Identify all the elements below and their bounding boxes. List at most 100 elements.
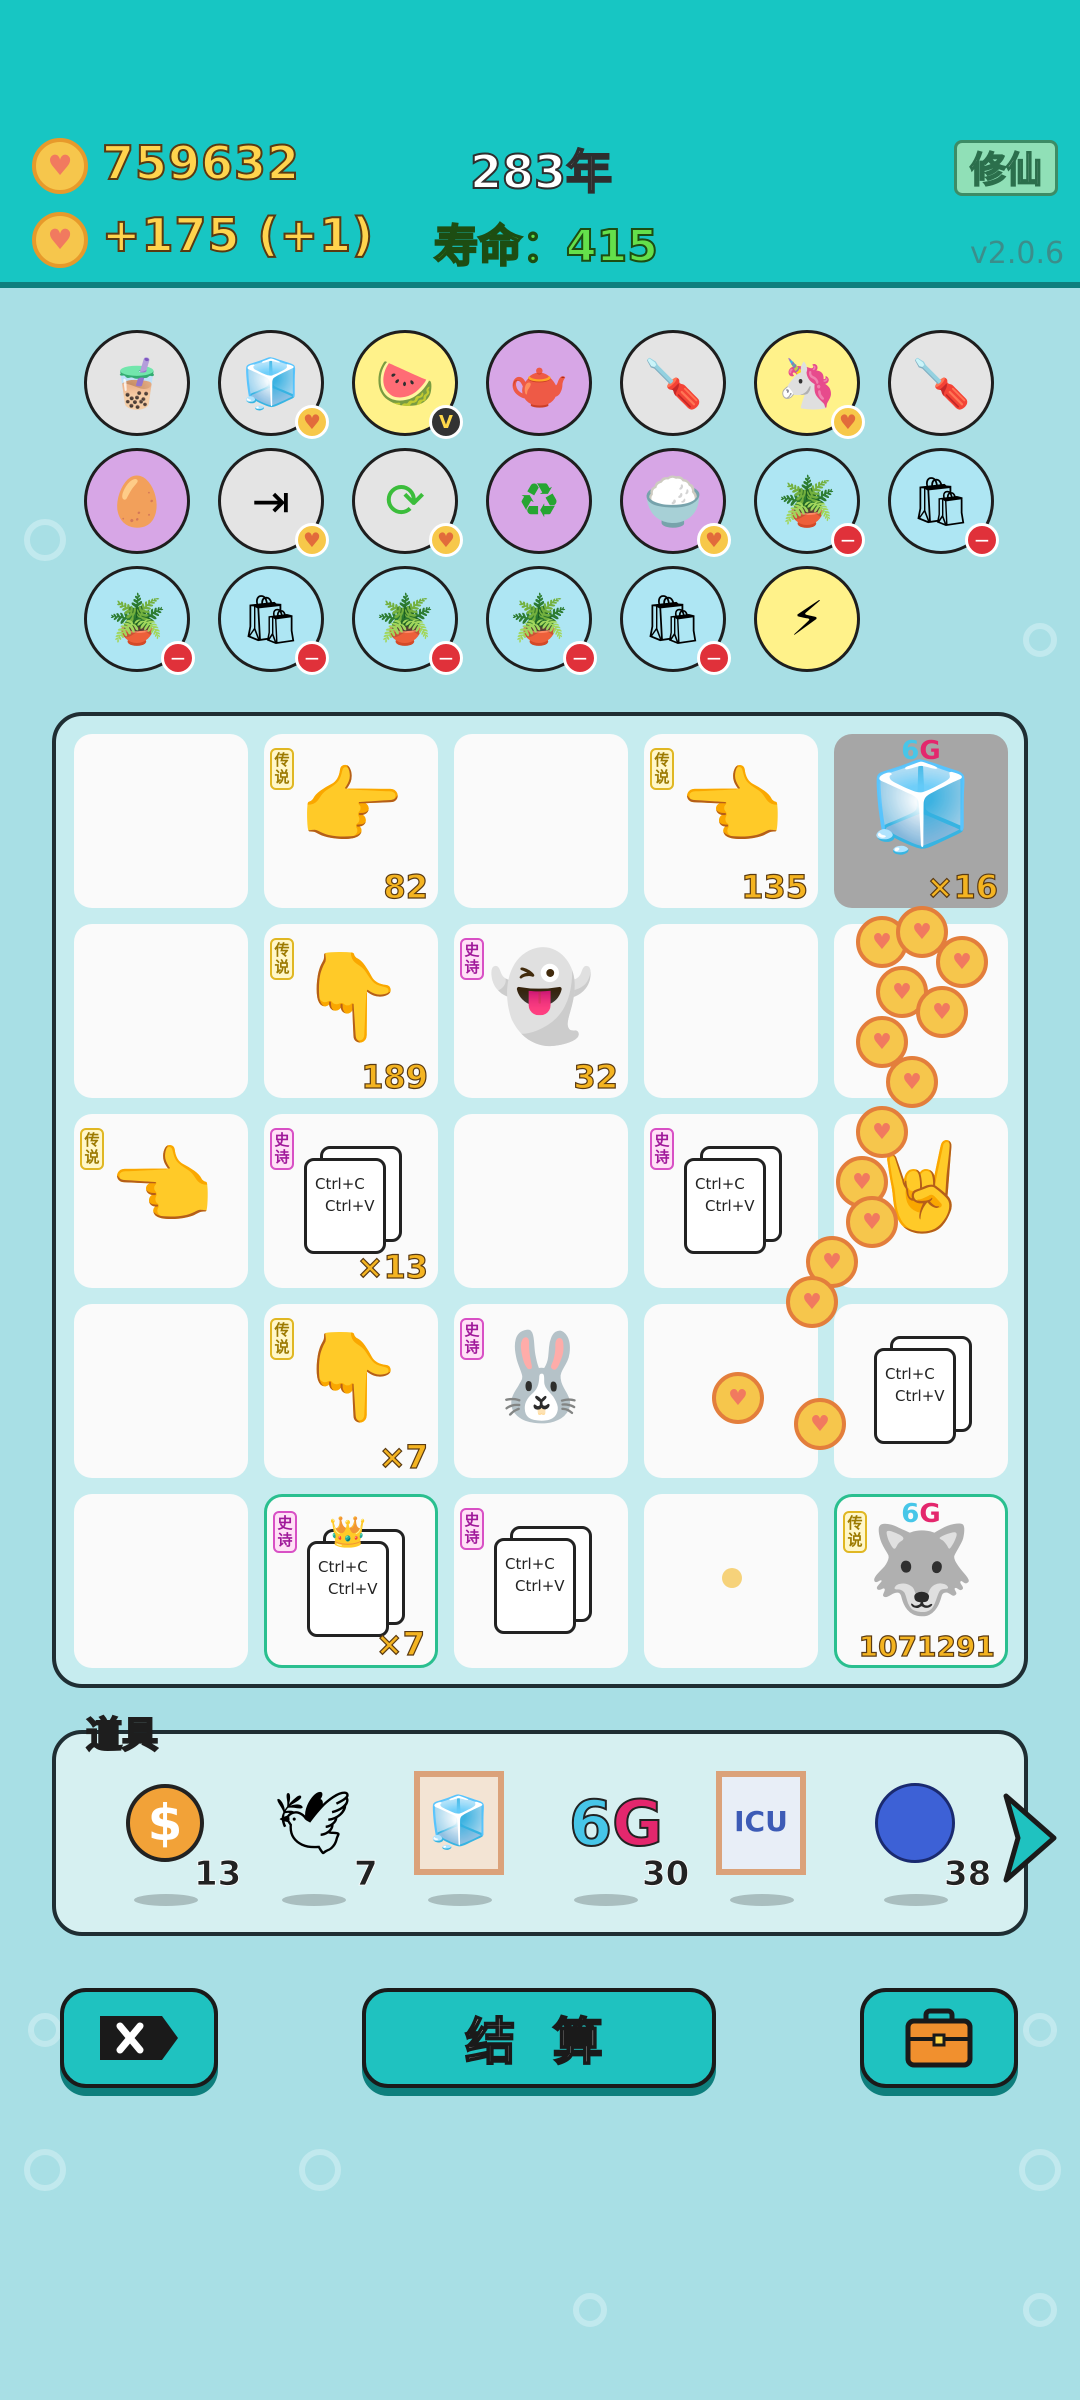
board-cell-ghost[interactable]: 史诗 👻 32 bbox=[454, 924, 628, 1098]
flower-pot-icon[interactable]: 🪴 − bbox=[754, 448, 865, 557]
minus-badge-icon: − bbox=[697, 641, 731, 675]
board-cell-hand[interactable]: 传说 👈 bbox=[74, 1114, 248, 1288]
heart-badge-icon: ♥ bbox=[831, 405, 865, 439]
ghost-icon: 👻 bbox=[487, 947, 595, 1047]
flower-pot-icon[interactable]: 🪴 − bbox=[486, 566, 597, 675]
item-fridge-frame[interactable]: 🧊 bbox=[414, 1771, 524, 1906]
icu-frame-icon: ICU bbox=[716, 1771, 806, 1875]
cell-value: 1071291 bbox=[858, 1629, 996, 1663]
board-cell-empty[interactable] bbox=[74, 924, 248, 1098]
item-6g[interactable]: 6G 30 bbox=[560, 1778, 690, 1906]
trash-bag-icon[interactable]: 🛍 − bbox=[888, 448, 999, 557]
epic-tag: 史诗 bbox=[270, 1128, 294, 1170]
board-cell-empty[interactable] bbox=[74, 1304, 248, 1478]
fridge-icon: 🧊 bbox=[867, 757, 975, 857]
top-status-bar: ♥ 759632 ♥ +175 (+1) 283年 寿命：415 修仙 v2.0… bbox=[0, 0, 1080, 288]
item-qty: 38 bbox=[944, 1854, 992, 1895]
heart-badge-icon: ♥ bbox=[429, 523, 463, 557]
items-title: 道具 bbox=[85, 1714, 159, 1757]
copy-text: Ctrl+C bbox=[505, 1555, 555, 1573]
item-shadow bbox=[730, 1894, 794, 1906]
board-cell-empty[interactable] bbox=[644, 924, 818, 1098]
paste-text: Ctrl+V bbox=[705, 1197, 755, 1215]
board-cell-empty[interactable] bbox=[454, 1114, 628, 1288]
copy-paste-card: Ctrl+C Ctrl+V bbox=[307, 1541, 389, 1637]
bunny-house-icon: 🐰 bbox=[487, 1327, 595, 1427]
rice-bowl-icon[interactable]: 🍚 ♥ bbox=[620, 448, 731, 557]
board-cell-hand[interactable]: 传说 👉 82 bbox=[264, 734, 438, 908]
minus-badge-icon: − bbox=[161, 641, 195, 675]
item-pigeon[interactable]: 🕊 7 bbox=[268, 1778, 378, 1906]
board-cell-hand[interactable]: 传说 👇 ×7 bbox=[264, 1304, 438, 1478]
board-cell-empty[interactable] bbox=[74, 1494, 248, 1668]
board-cell-husky[interactable]: 传说 6G 🐺 1071291 bbox=[834, 1494, 1008, 1668]
flying-coin-icon: ♥ bbox=[856, 1106, 908, 1158]
lightning-icon[interactable]: ⚡ bbox=[754, 566, 860, 672]
item-shadow bbox=[428, 1894, 492, 1906]
item-dollar-coin[interactable]: $ 13 bbox=[120, 1778, 242, 1906]
screwdriver-icon[interactable]: 🪛 bbox=[620, 330, 726, 436]
flying-coin-icon: ♥ bbox=[786, 1276, 838, 1328]
item-icu-frame[interactable]: ICU bbox=[716, 1771, 826, 1906]
cell-value: ×7 bbox=[378, 1437, 428, 1476]
flying-coin-icon: ♥ bbox=[936, 936, 988, 988]
pointing-hand-icon: 👇 bbox=[297, 1327, 405, 1427]
unicorn-icon[interactable]: 🦄 ♥ bbox=[754, 330, 865, 439]
pointing-hand-icon: 👈 bbox=[107, 1137, 215, 1237]
trash-bag-icon[interactable]: 🛍 − bbox=[218, 566, 329, 675]
board-cell-hand[interactable]: 传说 👈 135 bbox=[644, 734, 818, 908]
board-cell-copy[interactable]: 史诗 Ctrl+C Ctrl+V bbox=[454, 1494, 628, 1668]
board-cell-bunny-house[interactable]: 史诗 🐰 bbox=[454, 1304, 628, 1478]
item-blueberry[interactable]: 38 bbox=[870, 1778, 992, 1906]
sugar-cubes-icon[interactable]: 🧊 ♥ bbox=[218, 330, 329, 439]
flower-pot-icon[interactable]: 🪴 − bbox=[352, 566, 463, 675]
fruit-bowl-icon[interactable]: 🍉 V bbox=[352, 330, 463, 439]
pointing-hand-icon: 👇 bbox=[297, 947, 405, 1047]
skip-icon[interactable]: ⇥ ♥ bbox=[218, 448, 329, 557]
board-cell-crowned-copy[interactable]: 史诗 Ctrl+C Ctrl+V 👑 ×7 bbox=[264, 1494, 438, 1668]
refresh-icon[interactable]: ⟳ ♥ bbox=[352, 448, 463, 557]
copy-text: Ctrl+C bbox=[885, 1365, 935, 1383]
board-cell-hand[interactable]: 传说 👇 189 bbox=[264, 924, 438, 1098]
item-shadow bbox=[574, 1894, 638, 1906]
recycle-icon[interactable]: ♻ bbox=[486, 448, 592, 554]
bubble-tea-icon[interactable]: 🧋 bbox=[84, 330, 190, 436]
year-counter: 283年 bbox=[469, 144, 613, 200]
husky-dog-icon: 🐺 bbox=[867, 1520, 975, 1620]
minus-badge-icon: − bbox=[429, 641, 463, 675]
item-qty: 13 bbox=[194, 1854, 242, 1895]
board-cell-fridge[interactable]: 6G 🧊 ×16 bbox=[834, 734, 1008, 908]
board-cell-empty[interactable] bbox=[454, 734, 628, 908]
fridge-frame-icon: 🧊 bbox=[414, 1771, 504, 1875]
board-cell-copy[interactable]: Ctrl+C Ctrl+V bbox=[834, 1304, 1008, 1478]
board-cell-empty[interactable] bbox=[74, 734, 248, 908]
copy-paste-card: Ctrl+C Ctrl+V bbox=[684, 1158, 766, 1254]
board-cell-copy[interactable]: 史诗 Ctrl+C Ctrl+V ×13 bbox=[264, 1114, 438, 1288]
screwdriver-icon[interactable]: 🪛 bbox=[888, 330, 994, 436]
cultivate-button[interactable]: 修仙 bbox=[954, 140, 1058, 196]
item-shadow bbox=[282, 1894, 346, 1906]
bag-button[interactable] bbox=[860, 1988, 1018, 2088]
gravy-boat-icon[interactable]: 🫖 bbox=[486, 330, 592, 436]
item-shadow bbox=[134, 1894, 198, 1906]
flying-coin-icon: ♥ bbox=[916, 986, 968, 1038]
flower-pot-icon[interactable]: 🪴 − bbox=[84, 566, 195, 675]
board-cell-copy[interactable]: 史诗 Ctrl+C Ctrl+V bbox=[644, 1114, 818, 1288]
cell-value: ×16 bbox=[926, 867, 999, 906]
income-rate: +175 (+1) bbox=[101, 207, 375, 263]
trash-bag-icon[interactable]: 🛍 − bbox=[620, 566, 731, 675]
settle-button[interactable]: 结 算 bbox=[362, 1988, 716, 2088]
cell-value: 135 bbox=[741, 867, 809, 906]
income-coin-icon: ♥ bbox=[32, 212, 88, 268]
close-button[interactable] bbox=[60, 1988, 218, 2088]
next-arrow-icon[interactable] bbox=[1000, 1790, 1060, 1886]
egg-icon[interactable]: 🥚 bbox=[84, 448, 190, 554]
epic-tag: 史诗 bbox=[460, 1508, 484, 1550]
paste-text: Ctrl+V bbox=[515, 1577, 565, 1595]
paste-text: Ctrl+V bbox=[895, 1387, 945, 1405]
heart-badge-icon: ♥ bbox=[295, 405, 329, 439]
item-qty: 7 bbox=[354, 1854, 378, 1895]
cell-value: ×13 bbox=[356, 1247, 429, 1286]
coin-total: 759632 bbox=[101, 135, 301, 191]
cell-value: 32 bbox=[573, 1057, 619, 1096]
